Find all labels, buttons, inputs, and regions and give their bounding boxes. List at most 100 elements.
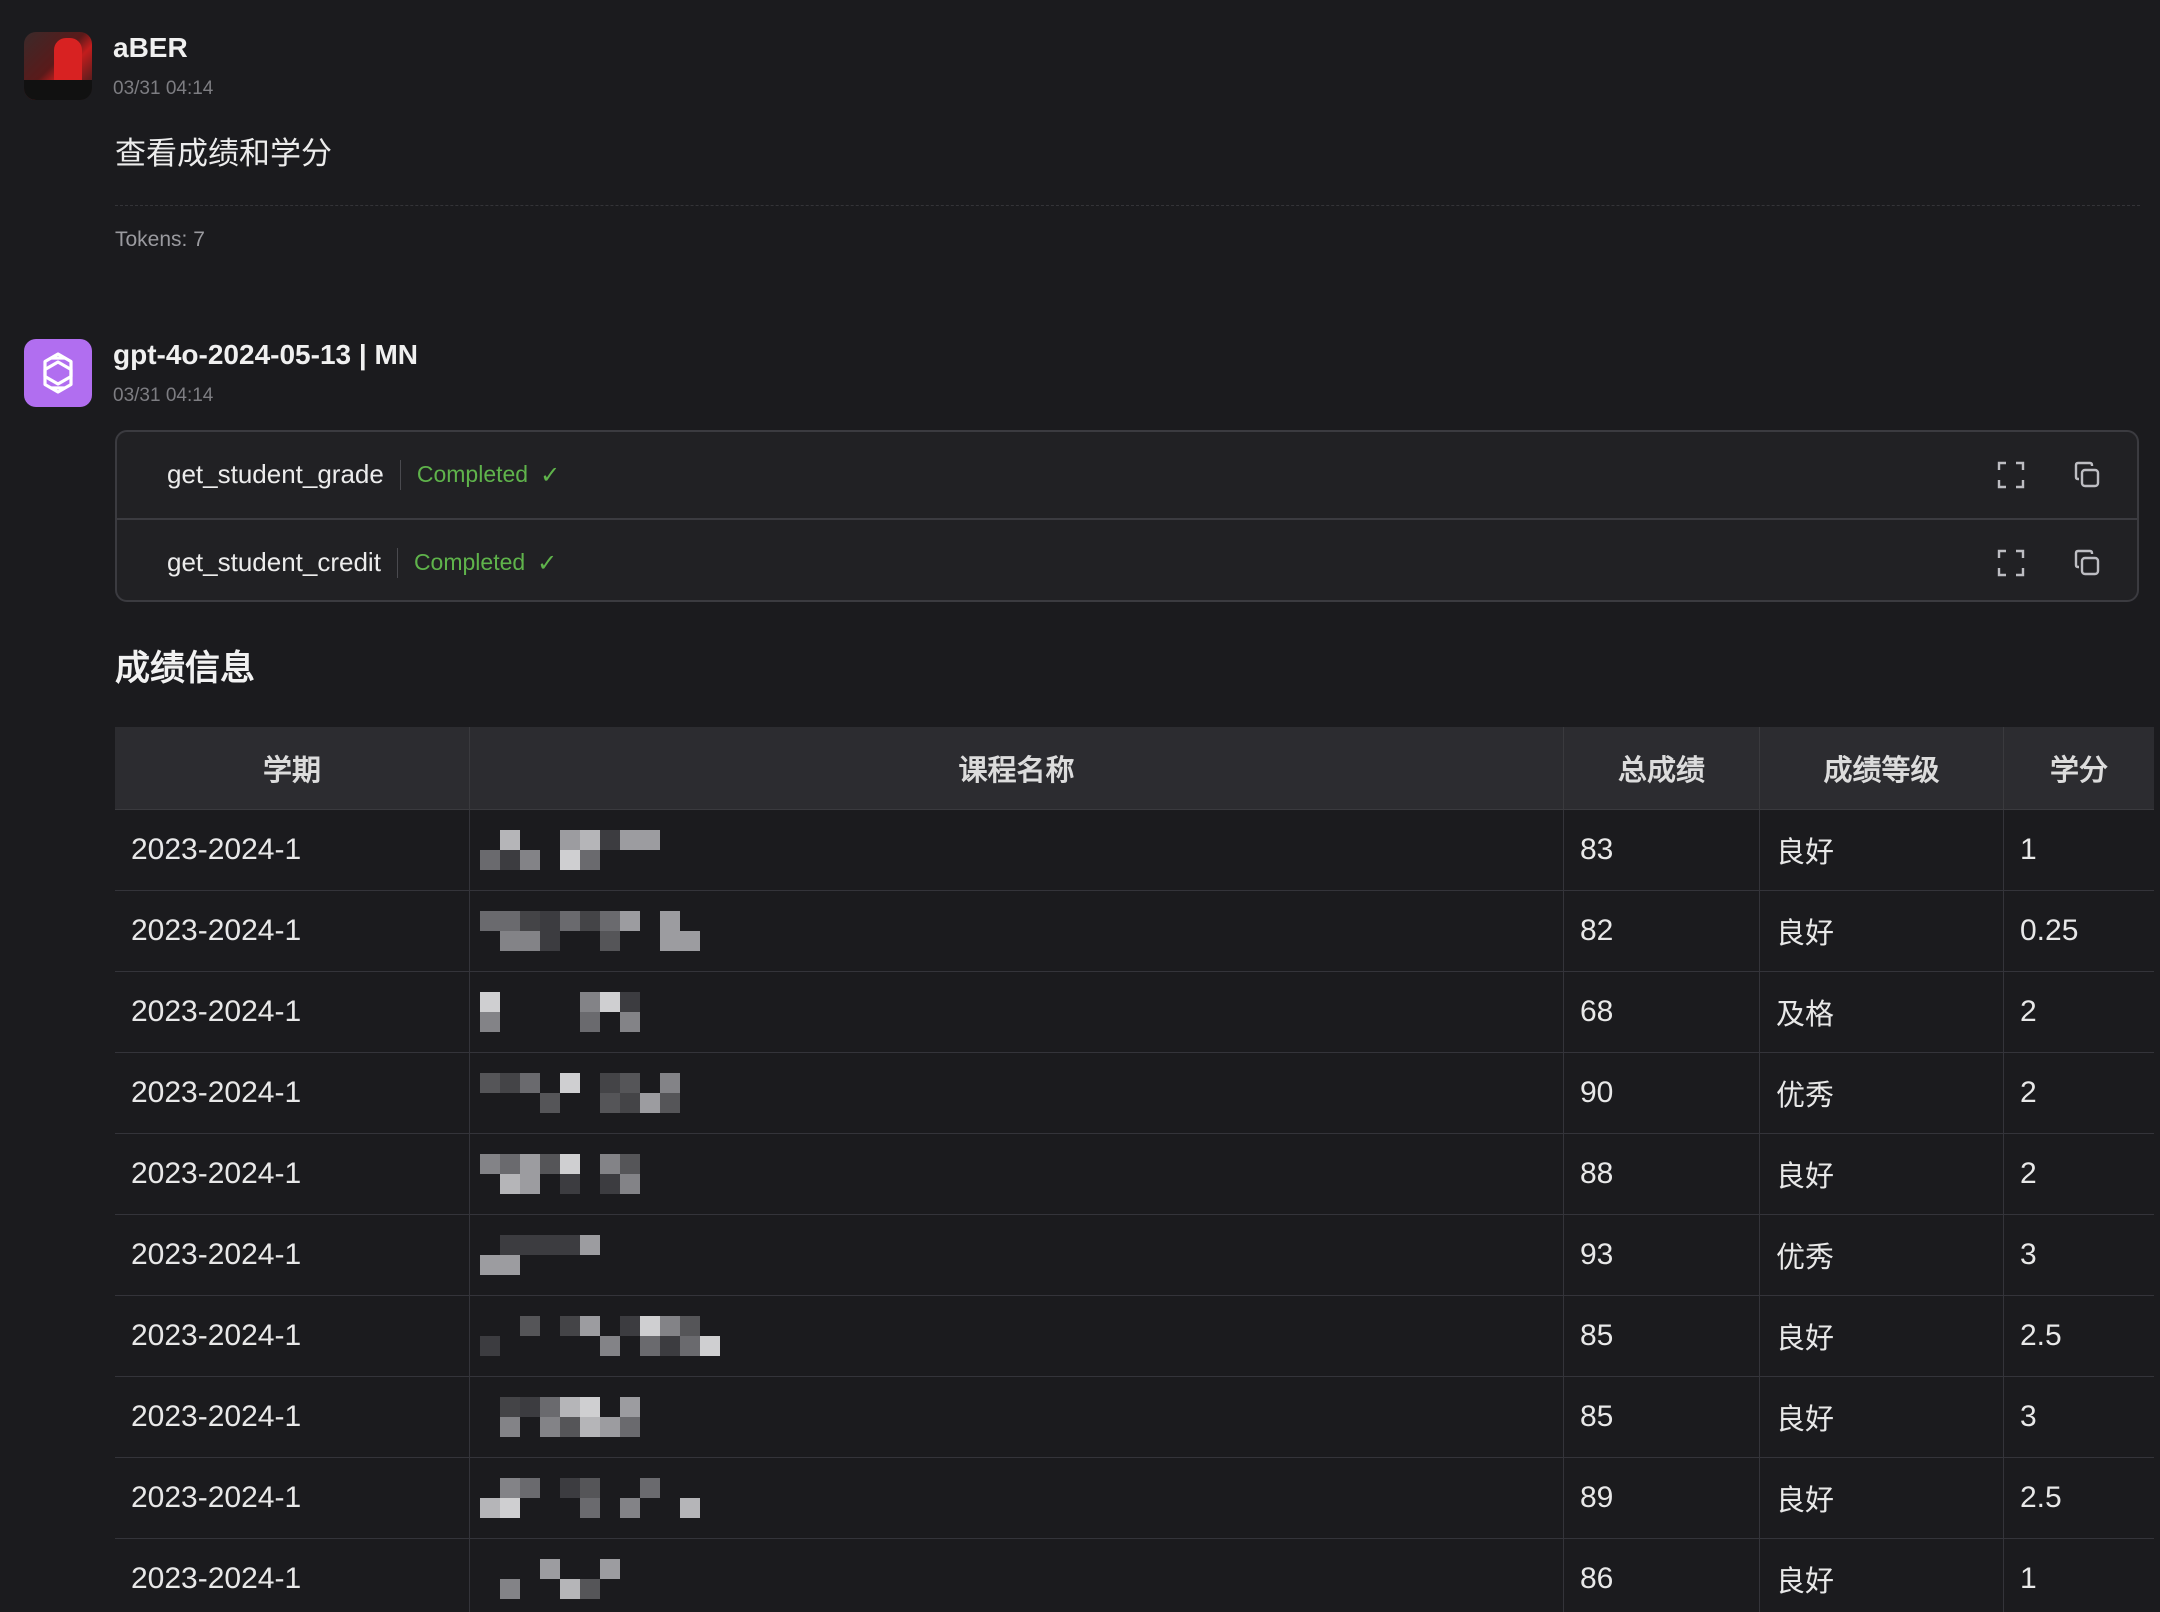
cell-total: 85: [1563, 1376, 1760, 1458]
cell-total: 90: [1563, 1052, 1760, 1134]
copy-icon[interactable]: [2073, 549, 2101, 577]
cell-course-redacted: [469, 1376, 1564, 1458]
cell-course-redacted: [469, 1457, 1564, 1539]
cell-level: 良好: [1759, 1376, 2004, 1458]
tool-call-row[interactable]: get_student_credit Completed ✓: [117, 518, 2137, 605]
bot-name: gpt-4o-2024-05-13 | MN: [113, 339, 419, 370]
table-header-row: 学期 课程名称 总成绩 成绩等级 学分: [115, 727, 2154, 810]
grade-table: 学期 课程名称 总成绩 成绩等级 学分 2023-2024-1 83 良好 1 2023…: [115, 727, 2154, 1612]
bot-avatar: [24, 339, 92, 407]
tool-call-name: get_student_grade: [167, 459, 384, 489]
cell-course-redacted: [469, 971, 1564, 1053]
table-row: 2023-2024-1 88 良好 2: [115, 1133, 2154, 1215]
cell-credit: 3: [2003, 1376, 2154, 1458]
header-total: 总成绩: [1563, 727, 1760, 810]
tool-status-label: Completed: [413, 549, 526, 575]
table-row: 2023-2024-1 82 良好 0.25: [115, 890, 2154, 972]
pixelated-course-name: [480, 908, 820, 954]
cell-course-redacted: [469, 1133, 1564, 1215]
table-row: 2023-2024-1 86 良好 1: [115, 1538, 2154, 1612]
cell-total: 93: [1563, 1214, 1760, 1296]
cell-term: 2023-2024-1: [115, 890, 470, 972]
cell-total: 89: [1563, 1457, 1760, 1539]
tool-call-name: get_student_credit: [167, 547, 381, 577]
expand-icon[interactable]: [1997, 461, 2025, 489]
tool-separator: [396, 547, 398, 578]
header-course: 课程名称: [469, 727, 1564, 810]
cell-total: 82: [1563, 890, 1760, 972]
user-name: aBER: [113, 32, 188, 63]
pixelated-course-name: [480, 827, 820, 873]
cell-term: 2023-2024-1: [115, 1052, 470, 1134]
cell-level: 良好: [1759, 809, 2004, 891]
cell-term: 2023-2024-1: [115, 1538, 470, 1612]
cell-level: 及格: [1759, 971, 2004, 1053]
cell-credit: 3: [2003, 1214, 2154, 1296]
user-timestamp: 03/31 04:14: [113, 78, 214, 99]
table-row: 2023-2024-1 89 良好 2.5: [115, 1457, 2154, 1539]
pixelated-course-name: [480, 1394, 820, 1440]
cell-credit: 2: [2003, 1052, 2154, 1134]
cell-course-redacted: [469, 1538, 1564, 1612]
cell-term: 2023-2024-1: [115, 1295, 470, 1377]
cell-level: 良好: [1759, 1133, 2004, 1215]
user-avatar[interactable]: [24, 32, 92, 100]
tool-call-row[interactable]: get_student_grade Completed ✓: [117, 432, 2137, 517]
cell-total: 68: [1563, 971, 1760, 1053]
tool-status-label: Completed: [416, 461, 529, 487]
cell-level: 良好: [1759, 1457, 2004, 1539]
cell-credit: 1: [2003, 809, 2154, 891]
header-level: 成绩等级: [1759, 727, 2004, 810]
header-credit: 学分: [2003, 727, 2154, 810]
cell-credit: 1: [2003, 1538, 2154, 1612]
table-row: 2023-2024-1 90 优秀 2: [115, 1052, 2154, 1134]
section-title: 成绩信息: [115, 649, 256, 689]
token-count: Tokens: 7: [115, 228, 205, 251]
openai-logo-icon: [43, 352, 73, 394]
pixelated-course-name: [480, 1313, 820, 1359]
tool-separator: [399, 459, 401, 490]
cell-total: 83: [1563, 809, 1760, 891]
cell-credit: 2.5: [2003, 1457, 2154, 1539]
table-row: 2023-2024-1 85 良好 2.5: [115, 1295, 2154, 1377]
pixelated-course-name: [480, 1475, 820, 1521]
cell-credit: 2.5: [2003, 1295, 2154, 1377]
cell-level: 良好: [1759, 890, 2004, 972]
cell-total: 86: [1563, 1538, 1760, 1612]
cell-term: 2023-2024-1: [115, 971, 470, 1053]
cell-term: 2023-2024-1: [115, 809, 470, 891]
bot-timestamp: 03/31 04:14: [113, 385, 214, 406]
cell-term: 2023-2024-1: [115, 1376, 470, 1458]
cell-course-redacted: [469, 1052, 1564, 1134]
copy-icon[interactable]: [2073, 461, 2101, 489]
table-row: 2023-2024-1 83 良好 1: [115, 809, 2154, 891]
cell-credit: 0.25: [2003, 890, 2154, 972]
cell-level: 优秀: [1759, 1214, 2004, 1296]
expand-icon[interactable]: [1997, 549, 2025, 577]
cell-total: 85: [1563, 1295, 1760, 1377]
cell-course-redacted: [469, 1295, 1564, 1377]
pixelated-course-name: [480, 1070, 820, 1116]
cell-level: 良好: [1759, 1538, 2004, 1612]
message-divider: [115, 205, 2140, 206]
table-row: 2023-2024-1 68 及格 2: [115, 971, 2154, 1053]
header-term: 学期: [115, 727, 470, 810]
cell-term: 2023-2024-1: [115, 1214, 470, 1296]
cell-term: 2023-2024-1: [115, 1457, 470, 1539]
table-row: 2023-2024-1 93 优秀 3: [115, 1214, 2154, 1296]
cell-level: 优秀: [1759, 1052, 2004, 1134]
cell-course-redacted: [469, 890, 1564, 972]
check-icon: ✓: [537, 548, 558, 577]
pixelated-course-name: [480, 1556, 820, 1602]
tool-calls-panel: get_student_grade Completed ✓ get_studen…: [115, 430, 2139, 602]
pixelated-course-name: [480, 1232, 820, 1278]
cell-course-redacted: [469, 809, 1564, 891]
user-message-text: 查看成绩和学分: [115, 136, 332, 172]
cell-term: 2023-2024-1: [115, 1133, 470, 1215]
cell-level: 良好: [1759, 1295, 2004, 1377]
pixelated-course-name: [480, 989, 820, 1035]
cell-credit: 2: [2003, 971, 2154, 1053]
chat-page: aBER 03/31 04:14 查看成绩和学分 Tokens: 7 gpt-4…: [0, 0, 2160, 1612]
table-row: 2023-2024-1 85 良好 3: [115, 1376, 2154, 1458]
check-icon: ✓: [540, 460, 561, 489]
